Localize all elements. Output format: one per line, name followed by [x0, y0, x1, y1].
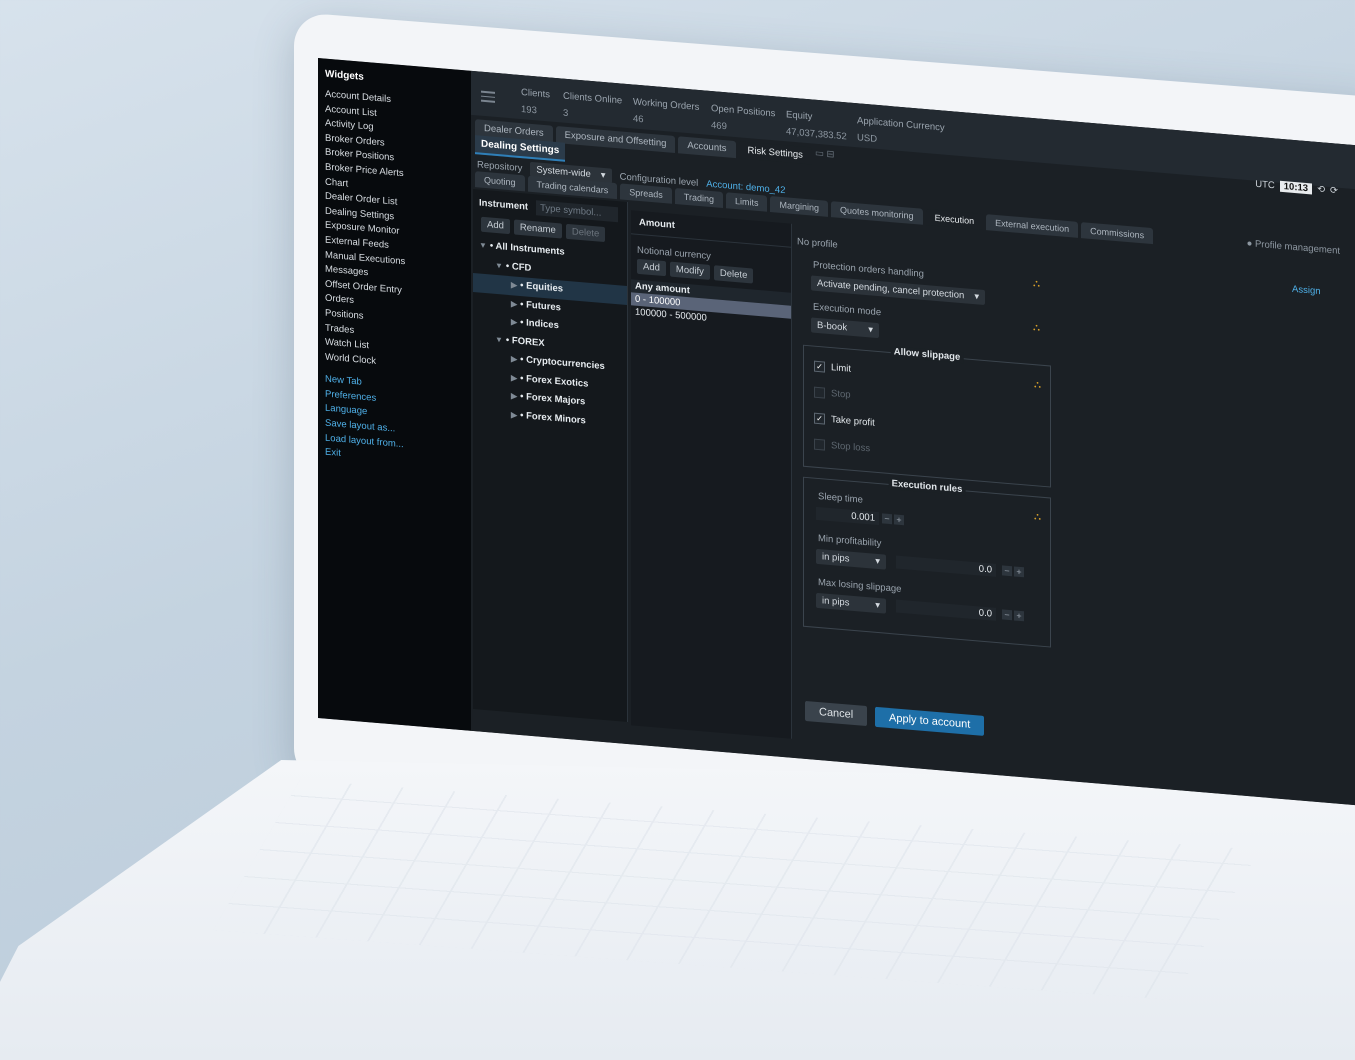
minus-icon: −	[882, 513, 892, 525]
execution-mode-select[interactable]: B-book ▾	[811, 317, 879, 339]
profile-management[interactable]: ● Profile management	[1247, 238, 1340, 257]
max-losing-slippage-label: Max losing slippage	[818, 576, 902, 595]
allow-slippage-title: Allow slippage	[890, 346, 964, 364]
collapse-icon: ▶	[511, 317, 518, 327]
slippage-take-profit-checkbox[interactable]: ✓ Take profit	[814, 412, 875, 429]
collapse-icon: ▶	[511, 372, 518, 383]
tab-accounts[interactable]: Accounts	[678, 136, 736, 159]
redo-icon[interactable]: ⟳	[1330, 185, 1338, 197]
modify-amount-button[interactable]: Modify	[669, 261, 710, 280]
allow-slippage-box: Allow slippage ⛬ ✓ Limit Stop ✓ Take profi…	[803, 344, 1051, 488]
undo-icon[interactable]: ⟲	[1317, 184, 1325, 196]
sleep-time-label: Sleep time	[818, 490, 863, 506]
instrument-label: Instrument	[479, 197, 529, 213]
collapse-icon: ▶	[511, 280, 518, 290]
chevron-down-icon: ▾	[868, 324, 873, 336]
stat-clients-online: Clients Online 3	[563, 90, 623, 120]
minus-icon: −	[1002, 565, 1012, 577]
slippage-limit-checkbox[interactable]: ✓ Limit	[814, 360, 851, 375]
collapse-icon: ▶	[511, 409, 518, 420]
tab-trading[interactable]: Trading	[674, 187, 723, 209]
tab-quoting[interactable]: Quoting	[475, 171, 525, 192]
hierarchy-icon[interactable]: ⛬	[1033, 322, 1040, 334]
tab-margining[interactable]: Margining	[770, 195, 829, 217]
check-icon: ✓	[814, 412, 825, 425]
cancel-button[interactable]: Cancel	[805, 700, 868, 727]
slippage-stop-checkbox[interactable]: Stop	[814, 386, 851, 401]
chevron-down-icon: ▾	[875, 599, 880, 612]
tab-execution[interactable]: Execution	[925, 209, 984, 230]
min-profitability-unit-select[interactable]: in pips ▾	[816, 548, 886, 570]
hierarchy-icon[interactable]: ⛬	[1034, 511, 1041, 523]
rename-instrument-button[interactable]: Rename	[513, 219, 562, 239]
plus-icon: +	[894, 514, 904, 526]
widgets-sidebar: Widgets Account Details Account List Act…	[318, 58, 471, 731]
stat-equity: Equity 47,037,383.52	[786, 109, 847, 143]
expand-icon: ▼	[479, 240, 487, 251]
tab-commissions[interactable]: Commissions	[1081, 222, 1154, 245]
tab-risk-settings[interactable]: Risk Settings	[738, 141, 812, 165]
delete-instrument-button[interactable]: Delete	[565, 223, 606, 243]
toggle-icon: ●	[1246, 237, 1253, 250]
tab-spreads[interactable]: Spreads	[620, 183, 672, 204]
chevron-down-icon: ▾	[974, 291, 980, 303]
execution-rules-title: Execution rules	[888, 477, 966, 496]
layout-icon[interactable]: ▭ ⊟	[815, 148, 835, 167]
protection-orders-select[interactable]: Activate pending, cancel protection ▾	[811, 275, 986, 306]
chevron-down-icon: ▾	[875, 555, 880, 568]
sleep-time-stepper[interactable]: − +	[882, 513, 904, 526]
assign-link[interactable]: Assign	[1292, 284, 1321, 297]
instrument-tree-panel: Instrument Type symbol... Add Rename Del…	[473, 189, 628, 723]
no-profile-label: No profile	[797, 236, 838, 251]
app-screen: Widgets Account Details Account List Act…	[318, 58, 1355, 806]
hierarchy-icon[interactable]: ⛬	[1034, 379, 1041, 391]
execution-settings-panel: No profile Assign Protection orders hand…	[795, 230, 1325, 790]
execution-mode-label: Execution mode	[813, 301, 882, 319]
expand-icon: ▼	[495, 260, 503, 271]
max-losing-slippage-input[interactable]: 0.0	[896, 599, 996, 621]
check-icon: ✓	[814, 360, 825, 373]
chevron-down-icon: ▾	[600, 169, 606, 182]
plus-icon: +	[1014, 566, 1024, 578]
stat-open-positions: Open Positions 469	[711, 103, 776, 133]
stat-clients: Clients 193	[521, 87, 551, 117]
collapse-icon: ▶	[511, 354, 518, 364]
minus-icon: −	[1002, 609, 1012, 621]
delete-amount-button[interactable]: Delete	[713, 265, 754, 284]
expand-icon: ▼	[495, 334, 503, 345]
min-profitability-input[interactable]: 0.0	[896, 555, 996, 577]
main-area: Clients 193 Clients Online 3 Working Order…	[471, 70, 1355, 806]
sidebar-title: Widgets	[325, 68, 364, 83]
max-losing-slippage-unit-select[interactable]: in pips ▾	[816, 592, 886, 614]
add-amount-button[interactable]: Add	[637, 258, 666, 277]
collapse-icon: ▶	[511, 298, 518, 309]
symbol-search-input[interactable]: Type symbol...	[536, 200, 619, 223]
tab-external-execution[interactable]: External execution	[986, 214, 1079, 238]
add-instrument-button[interactable]: Add	[481, 216, 510, 235]
apply-to-account-button[interactable]: Apply to account	[875, 706, 985, 736]
hierarchy-icon[interactable]: ⛬	[1033, 278, 1040, 290]
tab-limits[interactable]: Limits	[725, 192, 768, 212]
execution-rules-box: Execution rules ⛬ Sleep time 0.001 − + Mi…	[803, 476, 1051, 648]
stat-application-currency: Application Currency USD	[857, 115, 945, 145]
amount-panel: Amount Notional currency Add Modify Dele…	[631, 210, 792, 739]
utc-label: UTC	[1255, 178, 1275, 192]
slippage-stop-loss-checkbox[interactable]: Stop loss	[814, 438, 870, 454]
utc-time: 10:13	[1279, 180, 1313, 195]
stat-working-orders: Working Orders 46	[633, 96, 700, 126]
min-profitability-stepper[interactable]: − +	[1002, 565, 1024, 578]
min-profitability-label: Min profitability	[818, 532, 882, 550]
menu-icon[interactable]	[481, 88, 495, 106]
collapse-icon: ▶	[511, 391, 518, 401]
plus-icon: +	[1014, 610, 1024, 622]
sleep-time-input[interactable]: 0.001	[816, 506, 879, 526]
max-losing-slippage-stepper[interactable]: − +	[1002, 609, 1024, 622]
tab-quotes-monitoring[interactable]: Quotes monitoring	[831, 201, 923, 225]
